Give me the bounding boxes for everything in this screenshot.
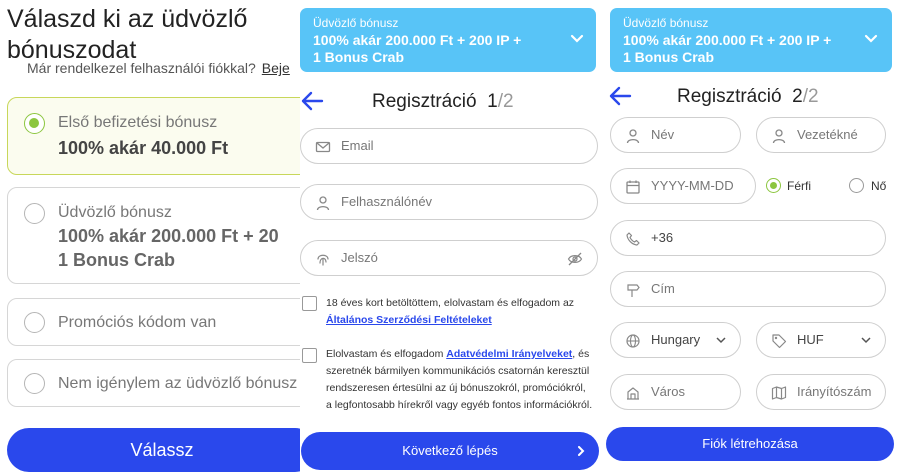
email-placeholder: Email	[341, 138, 374, 153]
step-current: 2	[792, 86, 803, 107]
bonus-banner-label: Üdvözlő bónusz	[313, 16, 399, 30]
first-name-placeholder: Név	[651, 127, 675, 142]
address-field[interactable]: Cím	[610, 271, 886, 307]
currency-select[interactable]: HUF	[756, 322, 886, 358]
globe-icon	[626, 334, 640, 348]
back-arrow-icon[interactable]	[300, 90, 324, 112]
gender-female-radio[interactable]	[849, 178, 864, 193]
registration-step2-panel: Üdvözlő bónusz 100% akár 200.000 Ft + 20…	[606, 0, 900, 474]
bonus-option-title: Nem igénylem az üdvözlő bónusz	[58, 375, 298, 392]
choose-button[interactable]: Válassz	[7, 428, 300, 472]
bonus-option-first-deposit[interactable]: Első befizetési bónusz 100% akár 40.000 …	[7, 97, 300, 175]
username-placeholder: Felhasználónév	[341, 194, 433, 209]
step-total: /2	[802, 86, 819, 107]
bonus-option-amount: 100% akár 200.000 Ft + 20	[58, 226, 279, 246]
tag-icon	[772, 334, 787, 349]
first-name-field[interactable]: Név	[610, 117, 741, 153]
chevron-down-icon[interactable]	[570, 34, 584, 44]
bonus-option-title: Promóciós kódom van	[58, 314, 217, 331]
page-title: Válaszd ki az üdvözlő bónuszodat	[7, 5, 248, 64]
bonus-option-none[interactable]: Nem igénylem az üdvözlő bónusz	[7, 359, 300, 407]
next-step-button[interactable]: Következő lépés	[301, 432, 599, 470]
last-name-field[interactable]: Vezetékné	[756, 117, 886, 153]
country-value: Hungary	[651, 332, 701, 347]
terms-link[interactable]: Általános Szerződési Feltételeket	[326, 314, 492, 326]
chevron-down-icon[interactable]	[864, 34, 878, 44]
user-icon	[772, 129, 786, 144]
bonus-option-title: Első befizetési bónusz	[58, 114, 218, 131]
bonus-option-extra: 1 Bonus Crab	[58, 250, 176, 270]
map-icon	[771, 386, 787, 400]
user-icon	[316, 196, 330, 211]
existing-account-prompt: Már rendelkezel felhasználói fiókkal? Bej…	[27, 60, 290, 76]
phone-field[interactable]: +36	[610, 220, 886, 256]
mail-icon	[315, 141, 331, 153]
fingerprint-icon	[317, 254, 329, 266]
bonus-banner[interactable]: Üdvözlő bónusz 100% akár 200.000 Ft + 20…	[300, 8, 596, 72]
privacy-text: Elolvastam és elfogadom Adatvédelmi Irán…	[326, 348, 593, 411]
bonus-option-amount: 100% akár 40.000 Ft	[58, 138, 229, 158]
username-field[interactable]: Felhasználónév	[300, 184, 598, 220]
chevron-right-icon	[578, 446, 585, 456]
eye-off-icon[interactable]	[567, 251, 583, 267]
step-current: 1	[487, 91, 498, 112]
privacy-checkbox[interactable]	[302, 348, 317, 363]
radio-selected-icon[interactable]	[24, 113, 45, 134]
registration-title: Regisztráció 2/2	[677, 86, 819, 107]
birthdate-placeholder: YYYY-MM-DD	[651, 178, 734, 193]
back-arrow-icon[interactable]	[608, 85, 632, 107]
calendar-icon	[626, 180, 640, 194]
bonus-banner-value: 100% akár 200.000 Ft + 200 IP + 1 Bonus …	[313, 32, 522, 65]
bonus-option-welcome[interactable]: Üdvözlő bónusz 100% akár 200.000 Ft + 20…	[7, 187, 300, 284]
zip-placeholder: Irányítószám	[797, 384, 872, 399]
radio-icon[interactable]	[24, 203, 45, 224]
password-placeholder: Jelszó	[341, 250, 378, 265]
bonus-banner-label: Üdvözlő bónusz	[623, 16, 709, 30]
email-field[interactable]: Email	[300, 128, 598, 164]
bonus-selection-panel: Válaszd ki az üdvözlő bónuszodat Már ren…	[0, 0, 300, 474]
building-icon	[627, 387, 639, 400]
last-name-placeholder: Vezetékné	[797, 127, 858, 142]
signpost-icon	[627, 284, 640, 297]
birthdate-field[interactable]: YYYY-MM-DD	[610, 168, 756, 204]
city-field[interactable]: Város	[610, 374, 741, 410]
bonus-banner[interactable]: Üdvözlő bónusz 100% akár 200.000 Ft + 20…	[610, 8, 892, 72]
gender-male-label: Férfi	[787, 179, 811, 193]
gender-female-label: Nő	[871, 179, 887, 193]
terms-text: 18 éves kort betöltöttem, elolvastam és …	[326, 297, 575, 326]
terms-checkbox[interactable]	[302, 296, 317, 311]
user-icon	[626, 129, 640, 144]
phone-icon	[626, 232, 640, 246]
address-placeholder: Cím	[651, 281, 675, 296]
chevron-down-icon	[716, 337, 726, 344]
zip-field[interactable]: Irányítószám	[756, 374, 886, 410]
bonus-banner-value: 100% akár 200.000 Ft + 200 IP + 1 Bonus …	[623, 32, 832, 65]
gender-male-radio[interactable]	[766, 178, 781, 193]
bonus-option-title: Üdvözlő bónusz	[58, 204, 172, 221]
currency-value: HUF	[797, 332, 824, 347]
privacy-link[interactable]: Adatvédelmi Irányelveket	[446, 348, 572, 360]
city-placeholder: Város	[651, 384, 685, 399]
registration-step1-panel: Üdvözlő bónusz 100% akár 200.000 Ft + 20…	[300, 0, 606, 474]
registration-title: Regisztráció 1/2	[372, 91, 514, 112]
password-field[interactable]: Jelszó	[300, 240, 598, 276]
phone-value: +36	[651, 230, 674, 245]
country-select[interactable]: Hungary	[610, 322, 741, 358]
step-total: /2	[497, 91, 514, 112]
bonus-option-promo-code[interactable]: Promóciós kódom van	[7, 298, 300, 346]
radio-icon[interactable]	[24, 373, 45, 394]
radio-icon[interactable]	[24, 312, 45, 333]
chevron-down-icon	[861, 337, 871, 344]
login-link[interactable]: Beje	[262, 60, 290, 76]
create-account-button[interactable]: Fiók létrehozása	[606, 427, 894, 461]
